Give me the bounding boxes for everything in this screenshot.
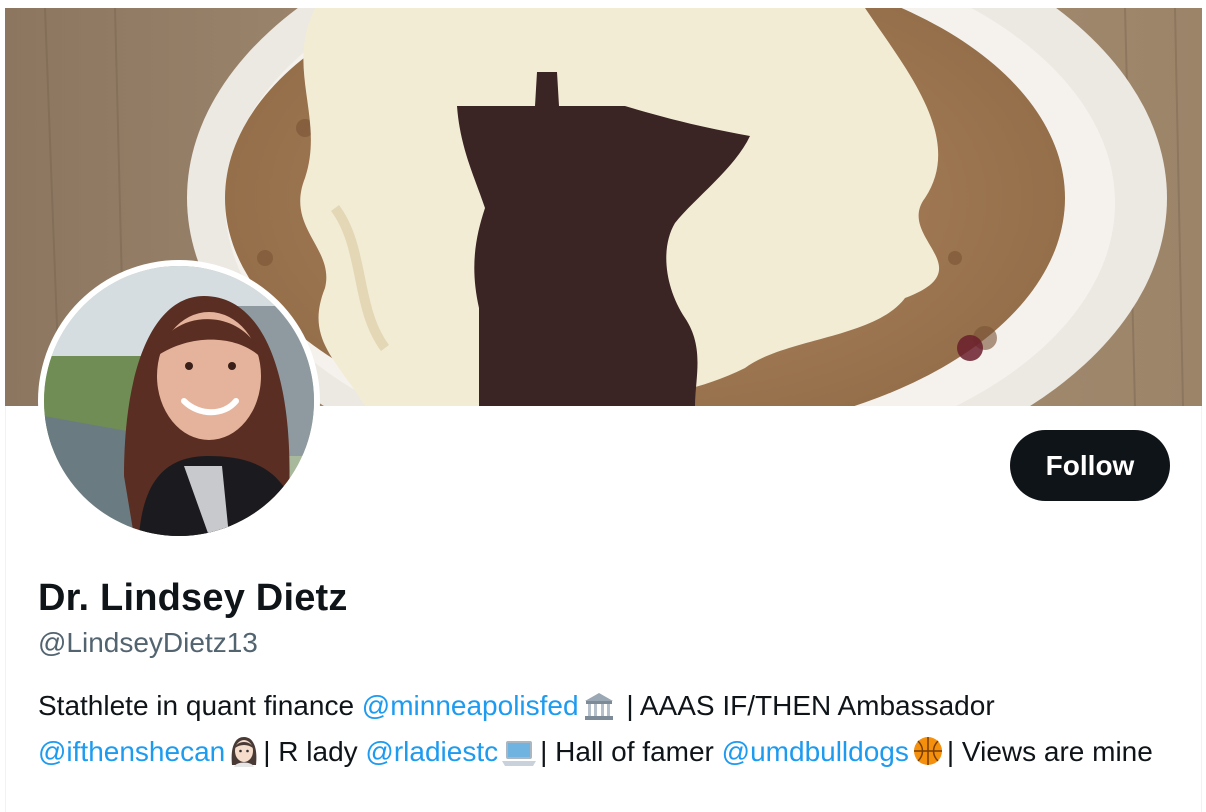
laptop-icon [501,738,537,778]
basketball-icon [912,735,944,778]
mention-link-umdbulldogs[interactable]: @umdbulldogs [722,736,909,767]
bio-text: | R lady [263,736,366,767]
bio-text: | Hall of famer [540,736,722,767]
bio-text: | Views are mine [946,736,1153,767]
bio-text: | AAAS IF/THEN Ambassador [618,690,995,721]
mention-link-ifthenshecan[interactable]: @ifthenshecan [38,736,225,767]
mention-link-rladiestc[interactable]: @rladiestc [365,736,498,767]
profile-avatar[interactable] [38,260,320,542]
profile-bio: Stathlete in quant finance @minneapolisf… [38,686,1178,778]
woman-icon [228,735,260,778]
profile-display-name: Dr. Lindsey Dietz [38,577,348,619]
profile-handle: @LindseyDietz13 [38,627,258,658]
mention-link-minneapolisfed[interactable]: @minneapolisfed [362,690,579,721]
follow-button[interactable]: Follow [1010,430,1170,501]
classical-building-icon [582,691,616,732]
bio-text: Stathlete in quant finance [38,690,362,721]
